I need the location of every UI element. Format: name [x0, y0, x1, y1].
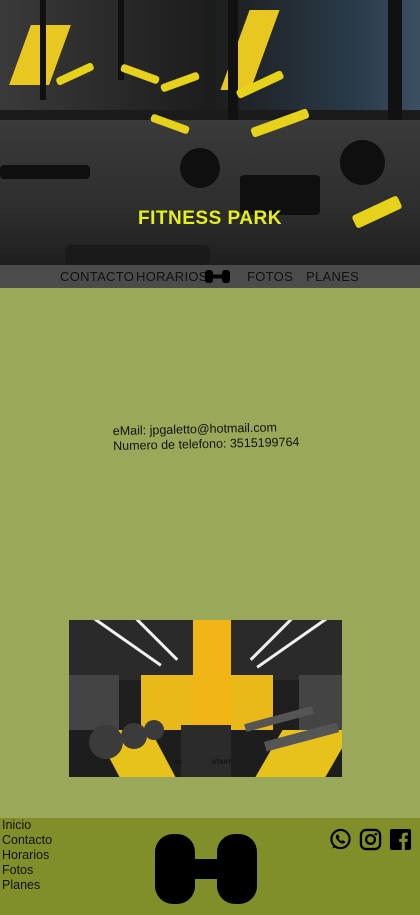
dumbbell-icon[interactable] — [204, 268, 231, 285]
footer-link-contacto[interactable]: Contacto — [2, 833, 52, 848]
weight-plate — [180, 148, 220, 188]
hero-title: FITNESS PARK — [138, 208, 282, 229]
footer-link-planes[interactable]: Planes — [2, 878, 52, 893]
footer-link-fotos[interactable]: Fotos — [2, 863, 52, 878]
nav-item-planes[interactable]: PLANES — [306, 269, 359, 284]
gym-pillar — [193, 620, 231, 737]
footer: Inicio Contacto Horarios Fotos Planes — [0, 818, 420, 915]
footer-link-horarios[interactable]: Horarios — [2, 848, 52, 863]
dumbbell-icon — [155, 834, 257, 904]
contact-phone: Numero de telefono: 3515199764 — [113, 434, 300, 454]
floor-label: START — [212, 760, 232, 766]
gym-bench — [65, 245, 210, 265]
hero-beam — [40, 0, 46, 100]
floor-label: 01 — [175, 760, 182, 766]
instagram-icon[interactable] — [359, 828, 382, 851]
exercise-bike — [121, 723, 147, 749]
footer-link-inicio[interactable]: Inicio — [2, 818, 52, 833]
weight-plate — [340, 140, 385, 185]
footer-links: Inicio Contacto Horarios Fotos Planes — [2, 818, 52, 893]
hero-beam — [228, 0, 238, 120]
nav-item-contacto[interactable]: CONTACTO — [60, 269, 134, 284]
gym-bench — [0, 165, 90, 179]
contact-info: eMail: jpgaletto@hotmail.com Numero de t… — [113, 420, 300, 454]
gym-photo: 01 START — [69, 620, 342, 777]
nav-item-fotos[interactable]: FOTOS — [247, 269, 293, 284]
facebook-icon[interactable] — [389, 828, 412, 851]
floor-runway — [181, 725, 231, 777]
hero-banner: FITNESS PARK — [0, 0, 420, 265]
exercise-bike — [144, 720, 164, 740]
nav-item-horarios[interactable]: HORARIOS — [136, 269, 208, 284]
whatsapp-icon[interactable] — [329, 828, 352, 851]
exercise-bike — [89, 725, 123, 759]
hero-wall — [0, 0, 420, 110]
